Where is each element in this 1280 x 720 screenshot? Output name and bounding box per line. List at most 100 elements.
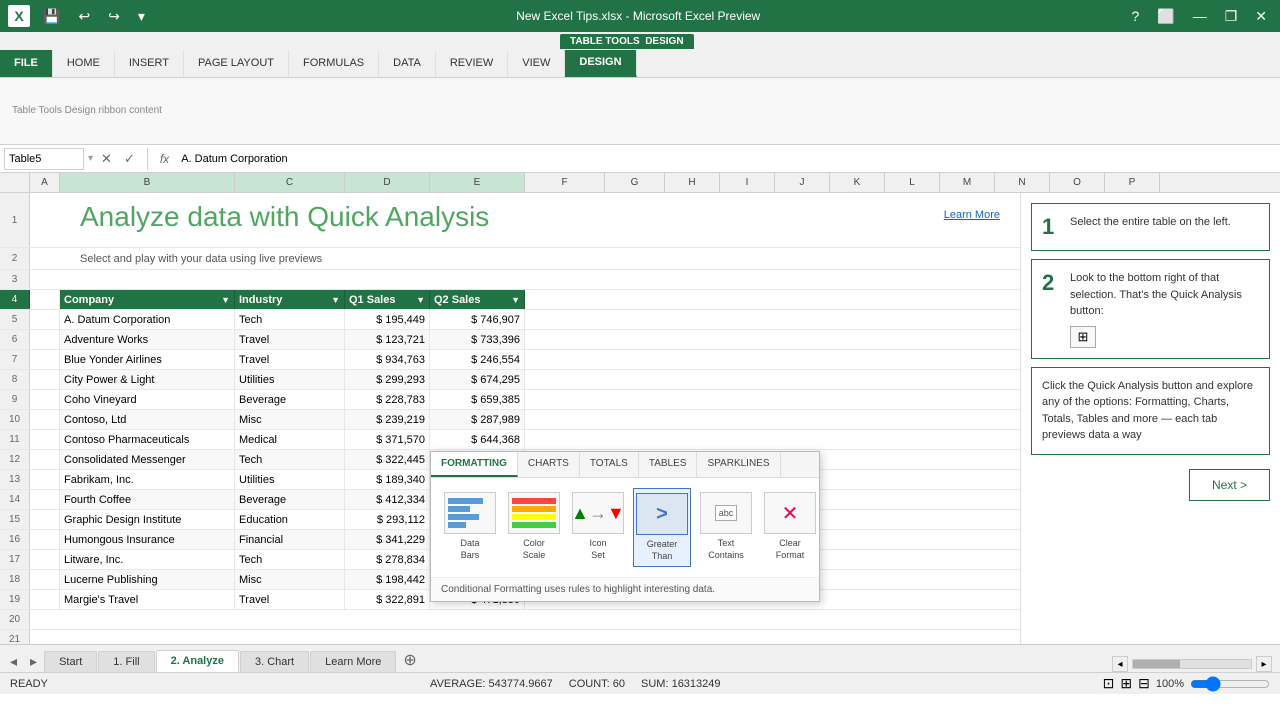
learn-more-link[interactable]: Learn More (944, 209, 1000, 221)
cell-c17[interactable]: Tech (235, 550, 345, 569)
tab-review[interactable]: REVIEW (436, 50, 508, 77)
cell-b19[interactable]: Margie's Travel (60, 590, 235, 609)
qa-tab-tables[interactable]: TABLES (639, 452, 698, 477)
cell-c5[interactable]: Tech (235, 310, 345, 329)
cell-b15[interactable]: Graphic Design Institute (60, 510, 235, 529)
scroll-left-button[interactable]: ◂ (1112, 656, 1128, 672)
page-break-view-button[interactable]: ⊟ (1138, 675, 1150, 692)
cell-c4-header[interactable]: Industry▼ (235, 290, 345, 309)
tab-formulas[interactable]: FORMULAS (289, 50, 379, 77)
cell-d8[interactable]: $ 299,293 (345, 370, 430, 389)
col-header-f[interactable]: F (525, 173, 605, 192)
zoom-slider[interactable] (1190, 676, 1270, 692)
col-header-k[interactable]: K (830, 173, 885, 192)
cell-d4-header[interactable]: Q1 Sales▼ (345, 290, 430, 309)
cell-d10[interactable]: $ 239,219 (345, 410, 430, 429)
cell-c11[interactable]: Medical (235, 430, 345, 449)
normal-view-button[interactable]: ⊡ (1103, 675, 1115, 692)
col-header-d[interactable]: D (345, 173, 430, 192)
cell-a19[interactable] (30, 590, 60, 609)
cell-e5[interactable]: $ 746,907 (430, 310, 525, 329)
cell-a9[interactable] (30, 390, 60, 409)
cell-e6[interactable]: $ 733,396 (430, 330, 525, 349)
minimize-button[interactable]: — (1188, 6, 1212, 26)
cell-e11[interactable]: $ 644,368 (430, 430, 525, 449)
col-header-m[interactable]: M (940, 173, 995, 192)
redo-button[interactable]: ↪ (103, 6, 125, 27)
cell-b10[interactable]: Contoso, Ltd (60, 410, 235, 429)
cell-b16[interactable]: Humongous Insurance (60, 530, 235, 549)
cell-c12[interactable]: Tech (235, 450, 345, 469)
cell-d13[interactable]: $ 189,340 (345, 470, 430, 489)
cell-c10[interactable]: Misc (235, 410, 345, 429)
close-button[interactable]: ✕ (1250, 6, 1272, 27)
add-sheet-button[interactable]: ⊕ (397, 648, 422, 672)
sheet-tab-start[interactable]: Start (44, 651, 97, 672)
cell-a14[interactable] (30, 490, 60, 509)
formula-cancel-button[interactable]: ✕ (97, 151, 116, 167)
cell-b11[interactable]: Contoso Pharmaceuticals (60, 430, 235, 449)
qa-tab-charts[interactable]: CHARTS (518, 452, 580, 477)
cell-c9[interactable]: Beverage (235, 390, 345, 409)
scroll-right-button[interactable]: ▸ (1256, 656, 1272, 672)
cell-a11[interactable] (30, 430, 60, 449)
cell-c15[interactable]: Education (235, 510, 345, 529)
tab-insert[interactable]: INSERT (115, 50, 184, 77)
cell-b18[interactable]: Lucerne Publishing (60, 570, 235, 589)
col-header-l[interactable]: L (885, 173, 940, 192)
cell-e7[interactable]: $ 246,554 (430, 350, 525, 369)
cell-b8[interactable]: City Power & Light (60, 370, 235, 389)
cell-c19[interactable]: Travel (235, 590, 345, 609)
cell-d19[interactable]: $ 322,891 (345, 590, 430, 609)
cell-b4-header[interactable]: Company▼ (60, 290, 235, 309)
cell-b13[interactable]: Fabrikam, Inc. (60, 470, 235, 489)
col-header-i[interactable]: I (720, 173, 775, 192)
quick-access-more[interactable]: ▾ (133, 6, 150, 27)
sheet-tab-fill[interactable]: 1. Fill (98, 651, 154, 672)
cell-b6[interactable]: Adventure Works (60, 330, 235, 349)
cell-b3[interactable] (30, 270, 1020, 289)
col-header-b[interactable]: B (60, 173, 235, 192)
name-box[interactable] (4, 148, 84, 170)
col-header-n[interactable]: N (995, 173, 1050, 192)
restore-button[interactable]: ❐ (1220, 6, 1243, 27)
cell-c18[interactable]: Misc (235, 570, 345, 589)
tab-file[interactable]: FILE (0, 50, 53, 77)
sheet-tab-chart[interactable]: 3. Chart (240, 651, 309, 672)
cell-d17[interactable]: $ 278,834 (345, 550, 430, 569)
cell-d15[interactable]: $ 293,112 (345, 510, 430, 529)
cell-a8[interactable] (30, 370, 60, 389)
cell-c8[interactable]: Utilities (235, 370, 345, 389)
cell-e8[interactable]: $ 674,295 (430, 370, 525, 389)
sheet-tab-analyze[interactable]: 2. Analyze (156, 650, 239, 672)
undo-button[interactable]: ↩ (73, 6, 95, 27)
qa-option-icon-set[interactable]: ▲→▼ IconSet (569, 488, 627, 567)
help-button[interactable]: ? (1126, 6, 1144, 26)
qa-option-data-bars[interactable]: DataBars (441, 488, 499, 567)
ribbon-display-button[interactable]: ⬜ (1152, 6, 1179, 27)
cell-b7[interactable]: Blue Yonder Airlines (60, 350, 235, 369)
cell-a12[interactable] (30, 450, 60, 469)
cell-a16[interactable] (30, 530, 60, 549)
cell-d6[interactable]: $ 123,721 (345, 330, 430, 349)
prev-sheet-button[interactable]: ◂ (4, 651, 23, 672)
qa-option-text-contains[interactable]: abc TextContains (697, 488, 755, 567)
cell-b5[interactable]: A. Datum Corporation (60, 310, 235, 329)
col-header-h[interactable]: H (665, 173, 720, 192)
tab-design[interactable]: DESIGN (565, 50, 636, 77)
col-header-p[interactable]: P (1105, 173, 1160, 192)
cell-c14[interactable]: Beverage (235, 490, 345, 509)
tab-home[interactable]: HOME (53, 50, 115, 77)
tab-data[interactable]: DATA (379, 50, 436, 77)
cell-a18[interactable] (30, 570, 60, 589)
page-layout-view-button[interactable]: ⊞ (1120, 675, 1132, 692)
cell-a6[interactable] (30, 330, 60, 349)
cell-d7[interactable]: $ 934,763 (345, 350, 430, 369)
qa-tab-totals[interactable]: TOTALS (580, 452, 639, 477)
cell-e9[interactable]: $ 659,385 (430, 390, 525, 409)
cell-a17[interactable] (30, 550, 60, 569)
col-header-c[interactable]: C (235, 173, 345, 192)
tab-view[interactable]: VIEW (508, 50, 565, 77)
horizontal-scrollbar[interactable] (1132, 659, 1252, 669)
cell-c7[interactable]: Travel (235, 350, 345, 369)
